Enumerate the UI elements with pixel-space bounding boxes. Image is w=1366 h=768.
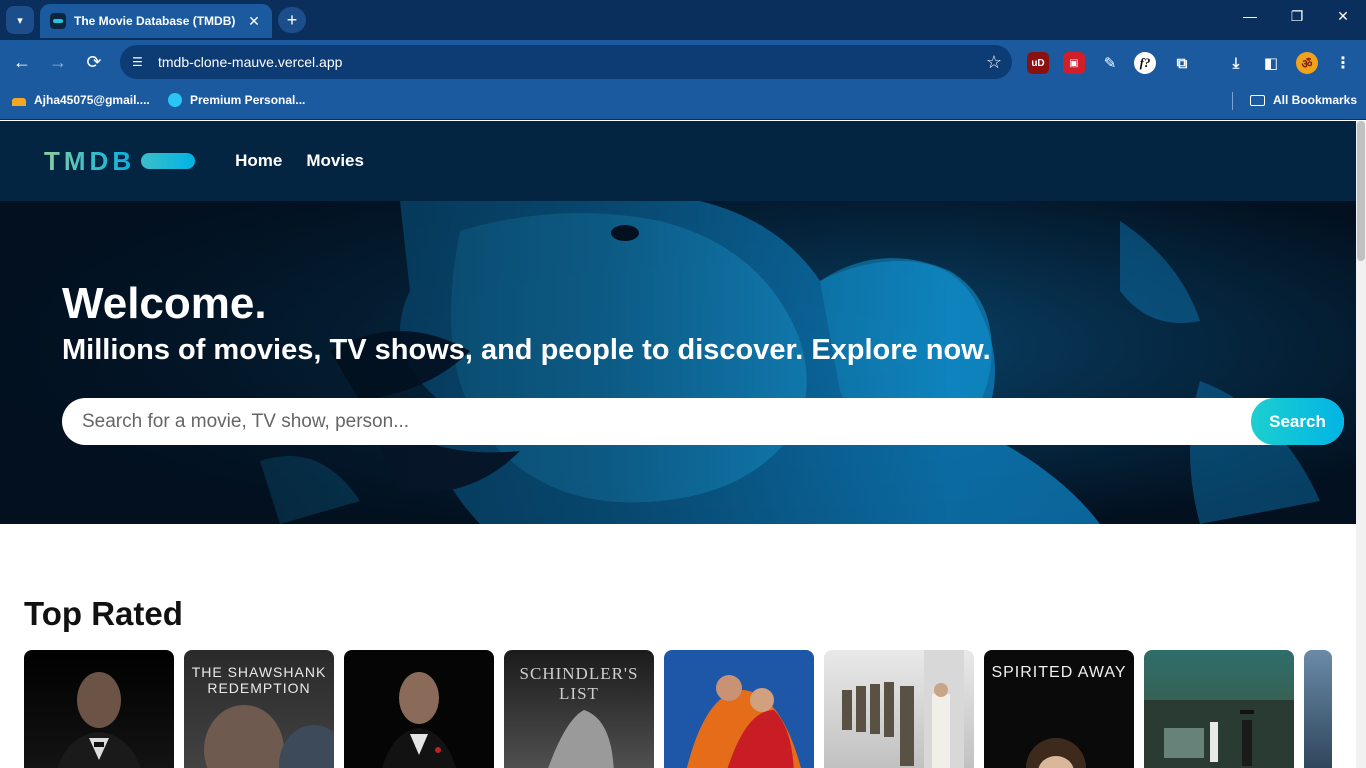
search-button[interactable]: Search [1251,398,1344,445]
search-input[interactable] [62,398,1251,445]
all-bookmarks[interactable]: All Bookmarks [1250,93,1357,107]
side-panel-icon[interactable]: ◧ [1260,52,1282,74]
search-bar: Search [62,398,1344,445]
puzzle-extensions-icon[interactable]: ⧉ [1171,52,1193,74]
active-tab[interactable]: The Movie Database (TMDB) ✕ [40,4,272,38]
restore-icon[interactable]: ❐ [1285,8,1309,25]
bookmarks-divider [1232,92,1233,110]
top-rated-carousel: THE SHAWSHANK REDEMPTION SCHINDLER'S LIS… [24,650,1356,768]
lock-extension-icon[interactable]: ▣ [1063,52,1085,74]
hero-subtitle: Millions of movies, TV shows, and people… [62,334,991,366]
bookmarks-bar: Ajha45075@gmail.... Premium Personal... … [0,84,1366,120]
poster-image [842,650,964,768]
poster-title: SPIRITED AWAY [991,664,1127,681]
bookmark-label: Premium Personal... [190,93,306,107]
site-info-icon[interactable]: ☰ [132,55,152,69]
menu-kebab-icon[interactable]: ⋮ [1332,52,1354,74]
font-extension-icon[interactable]: f? [1134,52,1156,74]
ublock-extension-icon[interactable]: uD [1027,52,1049,74]
poster-card[interactable] [344,650,494,768]
poster-image [686,675,801,768]
poster-image [57,672,141,768]
all-bookmarks-label: All Bookmarks [1273,93,1358,107]
poster-title: THE SHAWSHANK REDEMPTION [191,664,327,696]
nav-movies[interactable]: Movies [306,151,364,171]
poster-image [382,672,456,768]
tab-close-icon[interactable]: ✕ [246,13,262,30]
nav-home[interactable]: Home [235,151,282,171]
poster-card[interactable]: SPIRITED AWAY [984,650,1134,768]
url-text[interactable]: tmdb-clone-mauve.vercel.app [158,54,976,70]
tab-title: The Movie Database (TMDB) [74,14,236,28]
poster-card[interactable] [824,650,974,768]
tab-strip: ▾ The Movie Database (TMDB) ✕ + — ❐ ✕ [0,0,1366,40]
minimize-icon[interactable]: — [1238,8,1262,24]
eyedropper-extension-icon[interactable]: ✎ [1099,52,1121,74]
poster-card[interactable] [24,650,174,768]
window-close-icon[interactable]: ✕ [1331,8,1355,25]
poster-title: SCHINDLER'S LIST [519,664,639,703]
hero-banner: Welcome. Millions of movies, TV shows, a… [0,201,1356,524]
poster-card[interactable] [1304,650,1332,768]
hero-title: Welcome. [62,279,267,328]
poster-card[interactable] [664,650,814,768]
page-scrollbar[interactable] [1356,121,1366,768]
site-header: TMDB Home Movies [0,121,1356,201]
page-viewport: TMDB Home Movies Welcome. Millions of mo… [0,121,1356,768]
tmdb-logo[interactable]: TMDB [44,146,135,177]
cloud-icon [12,98,26,106]
poster-image [1144,700,1294,768]
address-bar[interactable]: ☰ tmdb-clone-mauve.vercel.app ☆ [120,45,1012,79]
tmdb-logo-pill [141,153,196,169]
reload-icon[interactable]: ⟳ [82,50,106,74]
bookmark-item-gmail[interactable]: Ajha45075@gmail.... [12,93,150,107]
bookmark-label: Ajha45075@gmail.... [34,93,150,107]
profile-avatar-icon[interactable]: ॐ [1296,52,1318,74]
folder-icon [1250,94,1265,106]
new-tab-plus-icon[interactable]: + [278,7,306,33]
tab-search-chevron-icon[interactable]: ▾ [6,6,34,34]
search-bookmark-icon [168,93,182,107]
scrollbar-thumb[interactable] [1357,121,1365,261]
forward-arrow-icon[interactable]: → [46,50,70,74]
tmdb-favicon-icon [50,13,66,29]
poster-card[interactable] [1144,650,1294,768]
bookmark-item-premium[interactable]: Premium Personal... [168,93,305,107]
top-rated-heading: Top Rated [24,595,183,632]
download-icon[interactable]: ⤓ [1225,52,1247,74]
poster-card[interactable]: SCHINDLER'S LIST [504,650,654,768]
bookmark-star-icon[interactable]: ☆ [976,52,1012,73]
poster-card[interactable]: THE SHAWSHANK REDEMPTION [184,650,334,768]
back-arrow-icon[interactable]: ← [10,50,34,74]
